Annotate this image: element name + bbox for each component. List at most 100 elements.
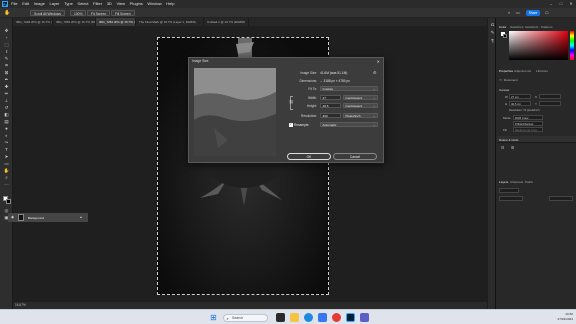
menu-type[interactable]: Type [64, 0, 73, 8]
close-window-button[interactable]: ✕ [566, 0, 576, 8]
grid-icon[interactable]: ⊞ [511, 145, 514, 150]
clone-stamp-tool-icon[interactable]: ⊥ [3, 98, 10, 103]
menu-select[interactable]: Select [77, 0, 88, 8]
bell-icon[interactable]: ☖ [545, 8, 549, 18]
tab-gradients[interactable]: Gradients [525, 25, 538, 29]
background-color-swatch[interactable] [6, 199, 11, 204]
tab-libraries[interactable]: Libraries [536, 69, 548, 73]
background-color[interactable] [503, 34, 507, 38]
store-icon[interactable] [318, 313, 327, 322]
share-button[interactable]: Share [526, 9, 540, 16]
dimensions-value[interactable]: ⌄ 3188 px × 4780 px [320, 79, 350, 83]
ruler-icon[interactable]: ⊟ [501, 145, 504, 150]
zoom-100-button[interactable]: 100% [70, 10, 87, 16]
fill-screen-button[interactable]: Fill Screen [111, 10, 135, 16]
marquee-tool-icon[interactable]: ⬚ [3, 42, 10, 47]
menu-image[interactable]: Image [34, 0, 45, 8]
canvas-width-field[interactable]: 27 cm [509, 94, 531, 99]
workspace-icon[interactable]: ▭ [516, 8, 520, 18]
crop-tool-icon[interactable]: ⌗ [3, 63, 10, 68]
rectangle-tool-icon[interactable]: ▭ [3, 161, 10, 166]
height-unit-select[interactable]: Centimeters ⌄ [343, 103, 378, 108]
edge-icon[interactable] [304, 313, 313, 322]
menu-filter[interactable]: Filter [93, 0, 102, 8]
pen-tool-icon[interactable]: ✑ [3, 140, 10, 145]
preview-image[interactable] [194, 68, 276, 156]
tab-swatches[interactable]: Swatches [510, 25, 523, 29]
hand-tool-icon[interactable]: ✋ [3, 168, 10, 173]
cancel-button[interactable]: Cancel [333, 153, 377, 160]
width-input[interactable]: 27 [320, 95, 341, 100]
tab-the-final-mark[interactable]: The Final Mark @ 16.7% (Layer 1, RGB/8) [136, 18, 204, 26]
fit-screen-button[interactable]: Fit Screen [87, 10, 111, 16]
menu-file[interactable]: File [11, 0, 17, 8]
menu-3d[interactable]: 3D [107, 0, 112, 8]
layer-background-row[interactable]: ◉ Background 🔒︎ [8, 213, 88, 222]
tab-channels[interactable]: Channels [510, 180, 523, 184]
opacity-field[interactable] [549, 196, 573, 201]
healing-brush-tool-icon[interactable]: ✚ [3, 84, 10, 89]
width-unit-select[interactable]: Centimeters ⌄ [343, 95, 378, 100]
tab-img-7252[interactable]: IMG_7252.JPG @ 16.7% (RGB/8) [96, 18, 136, 26]
menu-help[interactable]: Help [166, 0, 174, 8]
zoom-tool-icon[interactable]: ⌕ [3, 175, 10, 180]
system-tray[interactable]: 10:30 27/01/2024 [558, 312, 573, 322]
tab-color[interactable]: Color [499, 25, 506, 29]
fit-to-select[interactable]: Custom ⌄ [320, 86, 378, 91]
teams-icon[interactable] [360, 313, 369, 322]
menu-layer[interactable]: Layer [49, 0, 59, 8]
tab-properties[interactable]: Properties [499, 69, 513, 73]
brush-tool-icon[interactable]: ✏ [3, 91, 10, 96]
menu-plugins[interactable]: Plugins [130, 0, 143, 8]
file-explorer-icon[interactable] [290, 313, 299, 322]
canvas-x-field[interactable] [539, 94, 561, 99]
canvas-y-field[interactable] [539, 101, 561, 106]
menu-edit[interactable]: Edit [22, 0, 29, 8]
canvas-height-field[interactable]: 40.5 cm [509, 101, 531, 106]
bit-depth-select[interactable]: 8 Bits/Channel [513, 121, 543, 126]
frame-tool-icon[interactable]: ⊠ [3, 70, 10, 75]
menu-view[interactable]: View [116, 0, 125, 8]
path-selection-tool-icon[interactable]: ➤ [3, 154, 10, 159]
eye-icon[interactable]: ◉ [11, 215, 14, 219]
dodge-tool-icon[interactable]: ◐ [3, 133, 10, 138]
history-panel-icon[interactable]: ⎌ [489, 22, 496, 27]
layer-kind-filter[interactable] [499, 188, 519, 193]
taskbar-search[interactable]: ⌕ Search [223, 313, 268, 322]
resolution-unit-select[interactable]: Pixels/Inch ⌄ [343, 113, 378, 118]
height-input[interactable]: 40.5 [320, 103, 341, 108]
photoshop-taskbar-icon[interactable] [346, 313, 355, 322]
task-view-icon[interactable] [276, 313, 285, 322]
maximize-button[interactable]: □ [556, 0, 566, 8]
history-brush-tool-icon[interactable]: ↺ [3, 105, 10, 110]
blur-tool-icon[interactable]: ● [3, 126, 10, 131]
eraser-tool-icon[interactable]: ◧ [3, 112, 10, 117]
scroll-all-windows-checkbox[interactable]: Scroll All Windows [30, 10, 65, 16]
type-tool-icon[interactable]: T [3, 147, 10, 152]
eyedropper-tool-icon[interactable]: ✒ [3, 77, 10, 82]
move-tool-icon[interactable]: ✥ [3, 28, 10, 33]
artboard-tool-icon[interactable]: ▫ [3, 35, 10, 40]
color-field[interactable] [509, 31, 568, 60]
fill-select[interactable]: Background Color [513, 127, 543, 132]
tab-patterns[interactable]: Patterns [541, 25, 553, 29]
tab-layers[interactable]: Layers [499, 180, 508, 184]
minimize-button[interactable]: – [546, 0, 556, 8]
resolution-input[interactable]: 300 [320, 113, 341, 118]
more-tools-icon[interactable]: ⋯ [3, 182, 10, 187]
gear-icon[interactable]: ⚙ [373, 70, 377, 75]
resample-checkbox[interactable]: ✓ [289, 122, 293, 127]
gradient-tool-icon[interactable]: ▤ [3, 119, 10, 124]
paragraph-icon[interactable]: ¶ [489, 38, 496, 43]
blend-mode-select[interactable] [499, 196, 523, 201]
ok-button[interactable]: OK [287, 153, 331, 160]
zoom-level[interactable]: 16.67% [15, 303, 26, 307]
resample-select[interactable]: Automatic ⌄ [320, 122, 378, 127]
lasso-tool-icon[interactable]: ℓ [3, 49, 10, 54]
windows-start-icon[interactable]: ⊞ [209, 313, 218, 322]
tab-paths[interactable]: Paths [525, 180, 533, 184]
brush-settings-icon[interactable]: ✎ [489, 30, 496, 35]
mode-select[interactable]: RGB Color [513, 115, 543, 120]
chrome-icon[interactable] [332, 313, 341, 322]
menu-window[interactable]: Window [147, 0, 161, 8]
